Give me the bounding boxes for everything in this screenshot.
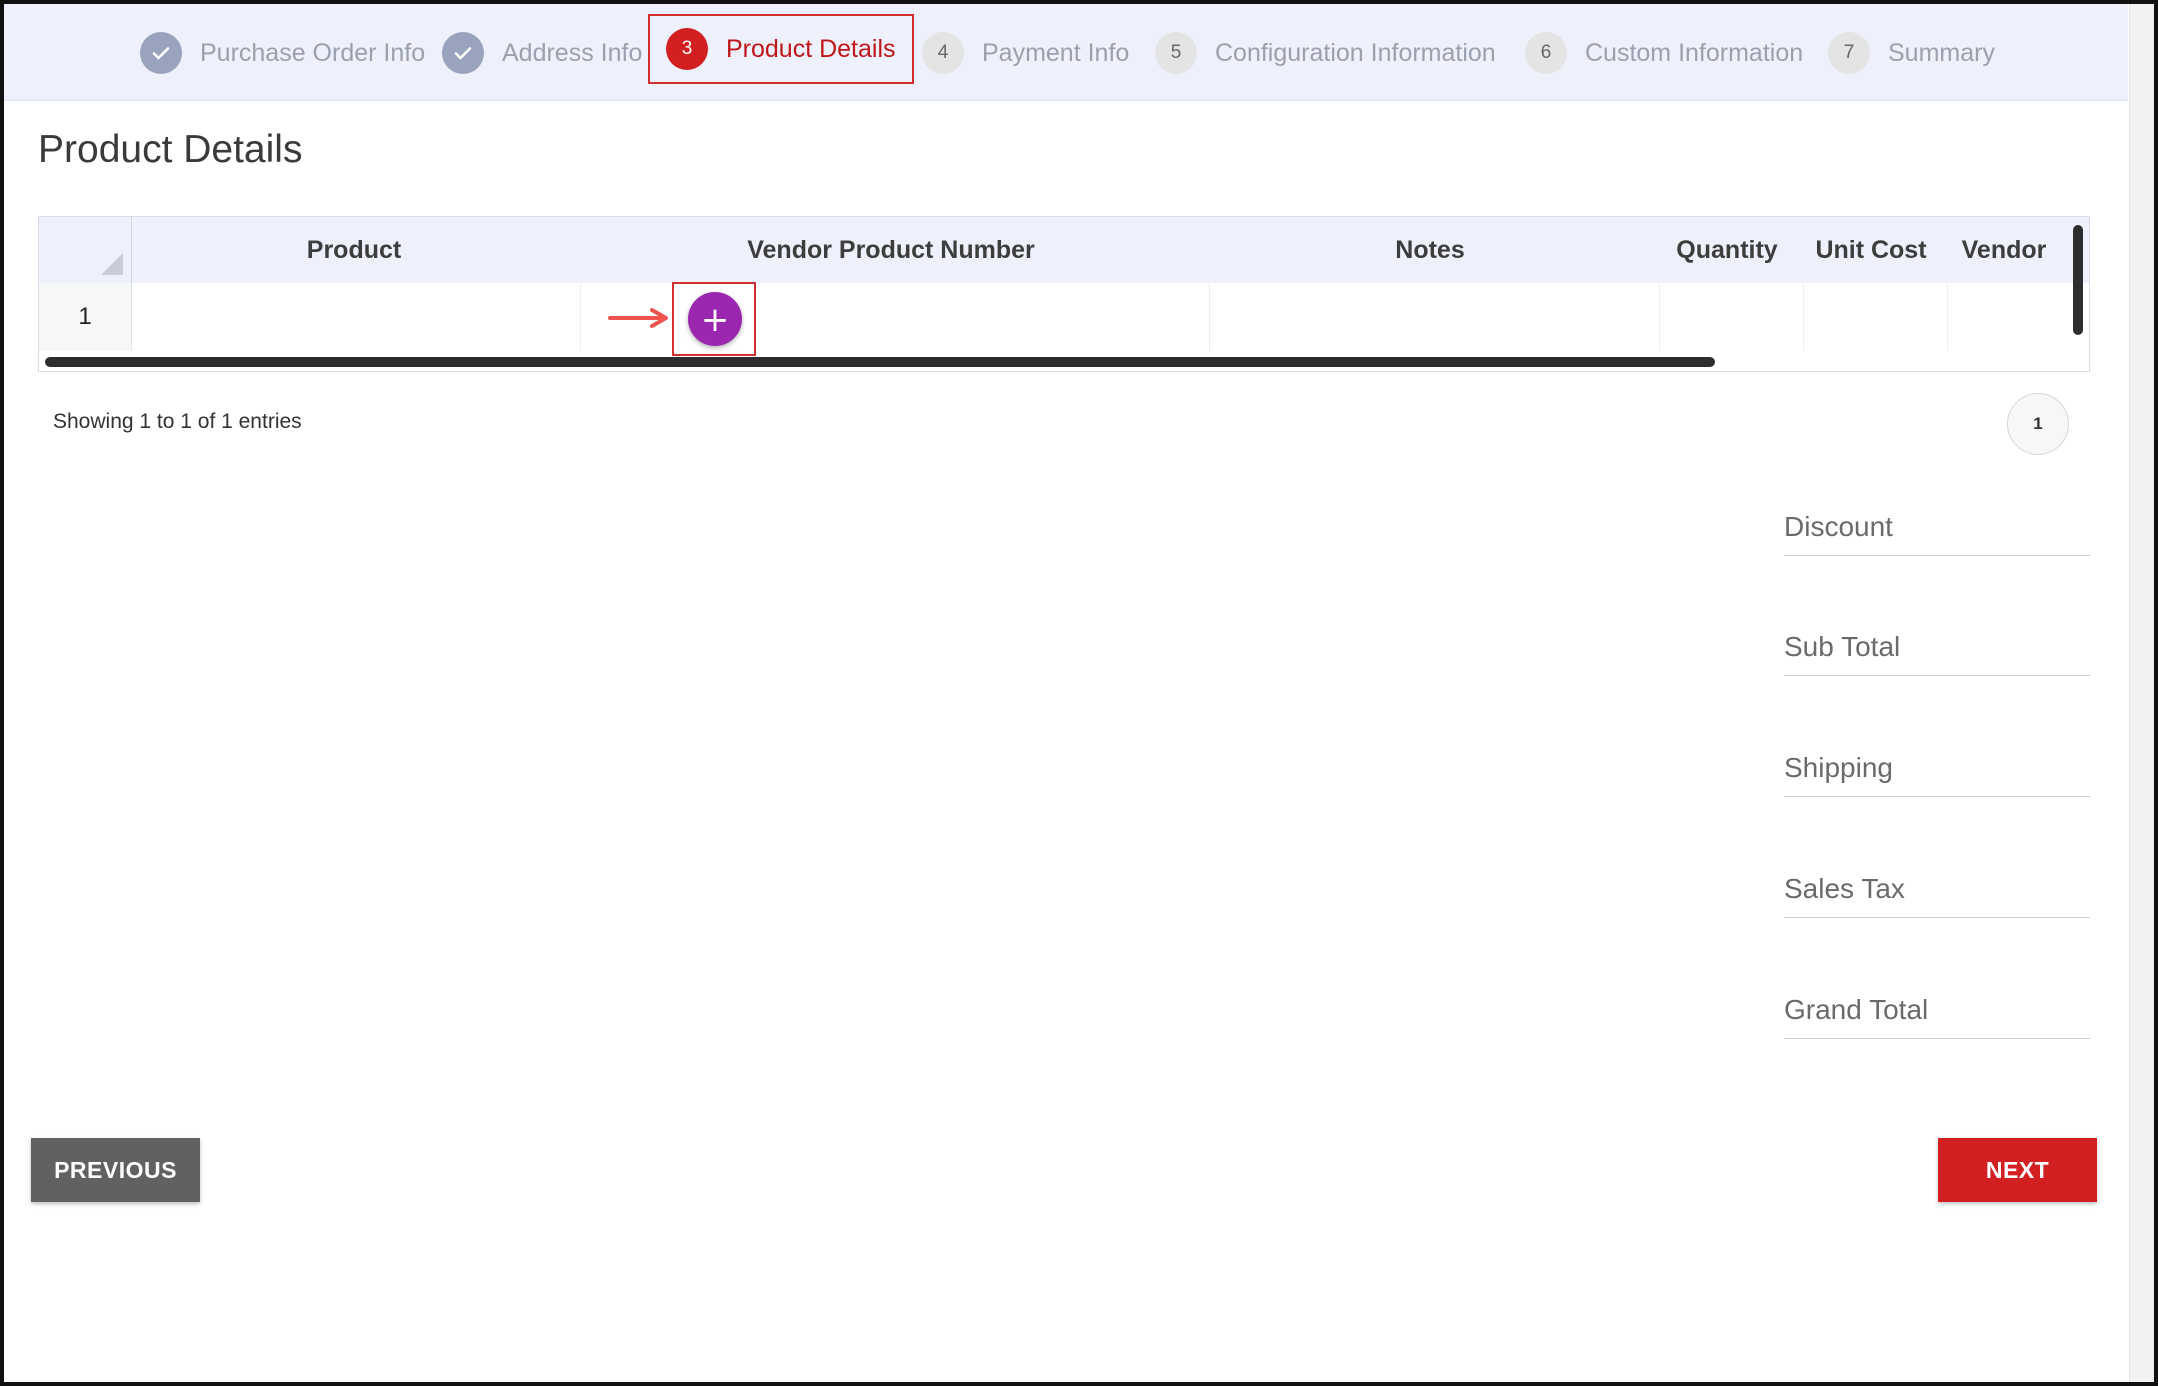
step-summary[interactable]: 7 Summary bbox=[1828, 28, 1995, 78]
entries-info: Showing 1 to 1 of 1 entries bbox=[53, 410, 302, 433]
step-number: 7 bbox=[1828, 32, 1870, 74]
step-label: Payment Info bbox=[982, 38, 1130, 67]
add-product-button[interactable]: + bbox=[688, 292, 742, 346]
column-header-vendor[interactable]: Vendor bbox=[1943, 217, 2065, 283]
column-header-vendor-product-number[interactable]: Vendor Product Number bbox=[577, 217, 1205, 283]
window-frame bbox=[0, 0, 2158, 1386]
discount-field[interactable]: Discount bbox=[1784, 490, 2090, 556]
step-address-info[interactable]: Address Info bbox=[442, 28, 642, 78]
table-row[interactable]: 1 bbox=[39, 283, 2089, 351]
check-icon bbox=[442, 32, 484, 74]
step-label: Address Info bbox=[502, 38, 643, 67]
pagination-page-1[interactable]: 1 bbox=[2007, 393, 2069, 455]
step-payment-info[interactable]: 4 Payment Info bbox=[922, 28, 1129, 78]
step-label: Configuration Information bbox=[1215, 38, 1496, 67]
page-title: Product Details bbox=[38, 128, 303, 171]
step-number: 5 bbox=[1155, 32, 1197, 74]
step-configuration-information[interactable]: 5 Configuration Information bbox=[1155, 28, 1496, 78]
step-label: Custom Information bbox=[1585, 38, 1804, 67]
column-header-product[interactable]: Product bbox=[131, 217, 577, 283]
check-icon bbox=[140, 32, 182, 74]
shipping-field[interactable]: Shipping bbox=[1784, 731, 2090, 797]
add-product-highlight: + bbox=[672, 282, 756, 356]
column-header-quantity[interactable]: Quantity bbox=[1655, 217, 1799, 283]
column-header-unit-cost[interactable]: Unit Cost bbox=[1799, 217, 1943, 283]
sub-total-field[interactable]: Sub Total bbox=[1784, 610, 2090, 676]
step-product-details[interactable]: 3 Product Details bbox=[648, 14, 914, 84]
grid-header: Product Vendor Product Number Notes Quan… bbox=[39, 217, 2089, 284]
previous-button[interactable]: PREVIOUS bbox=[31, 1138, 200, 1202]
grid-horizontal-scrollbar[interactable] bbox=[45, 357, 1715, 367]
step-label: Summary bbox=[1888, 38, 1995, 67]
row-number: 1 bbox=[39, 283, 132, 351]
next-button[interactable]: NEXT bbox=[1938, 1138, 2097, 1202]
select-all-corner[interactable] bbox=[39, 217, 132, 283]
step-number: 6 bbox=[1525, 32, 1567, 74]
step-custom-information[interactable]: 6 Custom Information bbox=[1525, 28, 1803, 78]
wizard-stepper: Purchase Order Info Address Info 3 Produ… bbox=[4, 4, 2128, 101]
annotation-arrow-icon bbox=[608, 308, 668, 328]
step-label: Product Details bbox=[726, 34, 896, 63]
grand-total-field[interactable]: Grand Total bbox=[1784, 973, 2090, 1039]
product-grid: Product Vendor Product Number Notes Quan… bbox=[38, 216, 2090, 372]
page-scrollbar[interactable] bbox=[2129, 4, 2154, 1382]
step-number: 3 bbox=[666, 28, 708, 70]
step-number: 4 bbox=[922, 32, 964, 74]
sales-tax-field[interactable]: Sales Tax bbox=[1784, 852, 2090, 918]
step-label: Purchase Order Info bbox=[200, 38, 426, 67]
step-purchase-order-info[interactable]: Purchase Order Info bbox=[140, 28, 425, 78]
column-header-notes[interactable]: Notes bbox=[1205, 217, 1655, 283]
grid-vertical-scrollbar[interactable] bbox=[2073, 225, 2083, 335]
